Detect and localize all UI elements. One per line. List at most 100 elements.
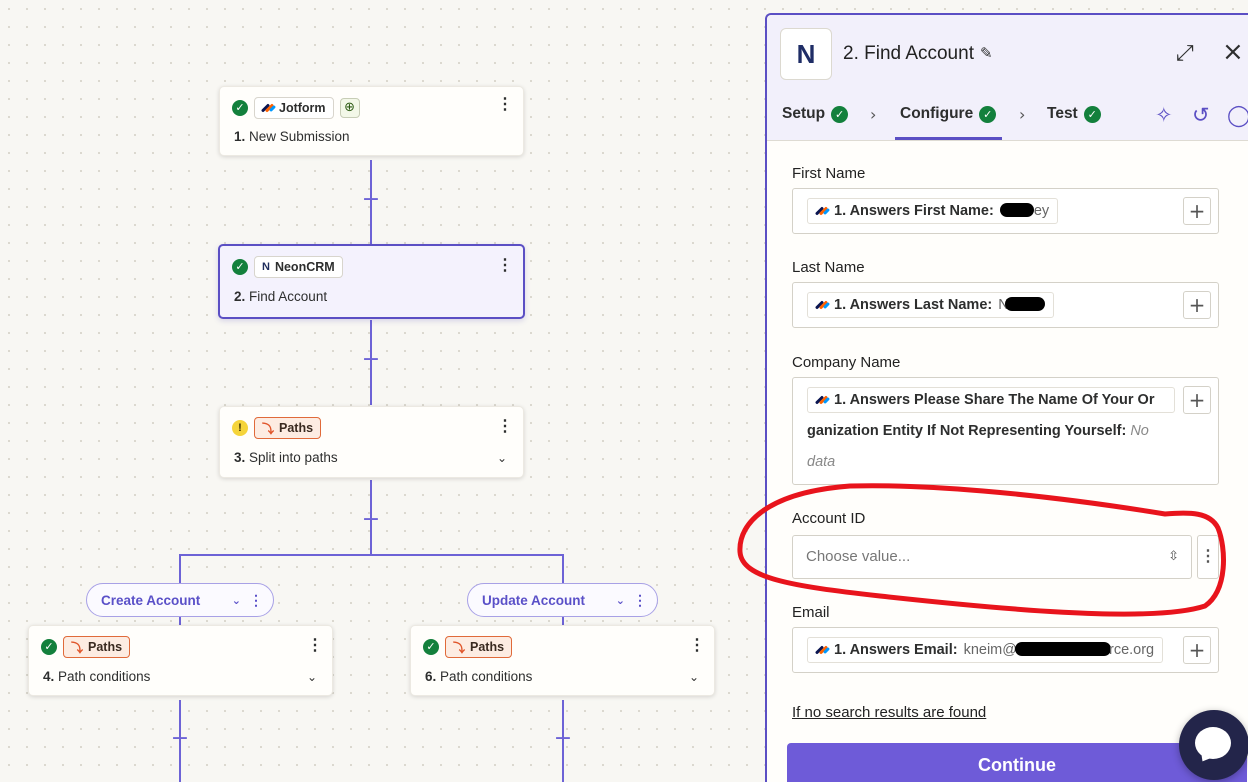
connector: [562, 554, 564, 584]
workflow-canvas[interactable]: + + + + + ✓ Jotform ⊕ 1. New Submission …: [0, 0, 766, 782]
add-step-button[interactable]: +: [361, 349, 381, 371]
pencil-icon[interactable]: ✎: [980, 44, 993, 62]
select-placeholder: Choose value...: [806, 548, 911, 565]
tab-configure[interactable]: Configure ✓: [900, 105, 997, 123]
jotform-logo-icon: [260, 102, 277, 114]
mapped-value-pill[interactable]: 1. Answers Email: kneim@ rce.org: [807, 637, 1164, 663]
chevron-down-icon[interactable]: ⌄: [616, 594, 625, 607]
search-icon[interactable]: ◯: [1227, 103, 1248, 127]
warning-icon: !: [232, 420, 248, 436]
company-name-field[interactable]: 1. Answers Please Share The Name Of Your…: [792, 377, 1219, 485]
active-tab-indicator: [895, 137, 1002, 140]
jotform-logo-icon: [814, 644, 831, 656]
jotform-logo-icon: [814, 205, 831, 217]
chevron-right-icon: ›: [870, 105, 877, 124]
insert-data-button[interactable]: +: [1183, 197, 1211, 225]
jotform-logo-icon: [814, 394, 831, 406]
success-check-icon: ✓: [423, 639, 439, 655]
add-step-button[interactable]: +: [361, 189, 381, 211]
branch-label: Update Account: [482, 592, 586, 608]
step-card-neoncrm[interactable]: ✓ N NeonCRM 2. Find Account ⋮: [218, 244, 525, 319]
chevron-down-icon[interactable]: ⌄: [232, 594, 241, 607]
mapped-value-pill[interactable]: 1. Answers Last Name: N: [807, 292, 1054, 318]
panel-tabs: Setup ✓ › Configure ✓ › Test ✓ ✧ ↺ ◯: [767, 93, 1248, 141]
insert-data-button[interactable]: +: [1183, 636, 1211, 664]
success-check-icon: ✓: [979, 105, 997, 123]
redaction-mark: [1004, 297, 1045, 311]
no-results-link[interactable]: If no search results are found: [792, 704, 986, 721]
app-name: NeonCRM: [274, 260, 335, 274]
mapped-value-pill[interactable]: 1. Answers First Name: ey: [807, 198, 1059, 224]
success-check-icon: ✓: [41, 639, 57, 655]
step-card-jotform[interactable]: ✓ Jotform ⊕ 1. New Submission ⋮: [219, 86, 524, 156]
no-data-text: No: [1130, 423, 1149, 439]
close-icon[interactable]: ×: [1222, 37, 1244, 67]
insert-data-button[interactable]: +: [1183, 291, 1211, 319]
first-name-field[interactable]: 1. Answers First Name: ey +: [792, 188, 1219, 234]
pill-label: 1. Answers Last Name:: [834, 297, 993, 313]
more-options-icon[interactable]: ⋮: [689, 638, 705, 654]
success-check-icon: ✓: [232, 259, 248, 275]
no-data-text: data: [807, 454, 836, 470]
add-step-button[interactable]: +: [170, 728, 190, 750]
chevron-down-icon[interactable]: ⌄: [497, 451, 507, 465]
pill-label: 1. Answers Email:: [834, 642, 958, 658]
app-name: Paths: [279, 421, 314, 435]
pill-label: 1. Answers First Name:: [834, 203, 994, 219]
redaction-mark: [999, 203, 1034, 217]
undo-icon[interactable]: ↺: [1192, 103, 1210, 127]
mapped-value-pill[interactable]: 1. Answers Please Share The Name Of Your…: [807, 387, 1175, 413]
step-editor-panel: N 2. Find Account ✎ ⤢ × Setup ✓ › Config…: [765, 13, 1248, 782]
tab-test[interactable]: Test ✓: [1047, 105, 1101, 123]
app-chip: Jotform: [254, 97, 334, 119]
more-options-icon[interactable]: ⋮: [497, 258, 513, 274]
field-label: Account ID: [792, 510, 866, 527]
jotform-logo-icon: [814, 299, 831, 311]
more-options-icon[interactable]: ⋮: [497, 419, 513, 435]
success-check-icon: ✓: [831, 105, 849, 123]
paths-icon: ⤵: [453, 640, 466, 655]
paths-icon: ⤵: [71, 640, 84, 655]
more-options-icon[interactable]: ⋮: [249, 592, 263, 609]
app-name: Jotform: [279, 101, 326, 115]
tab-setup[interactable]: Setup ✓: [782, 105, 849, 123]
app-chip: ⤵ Paths: [254, 417, 322, 439]
branch-connector: [179, 554, 564, 556]
pill-label: 1. Answers Please Share The Name Of Your…: [834, 392, 1155, 408]
more-options-icon[interactable]: ⋮: [307, 638, 323, 654]
chevron-down-icon[interactable]: ⌄: [689, 670, 699, 684]
step-card-path-conditions[interactable]: ✓ ⤵ Paths 6. Path conditions ⋮ ⌄: [410, 625, 715, 696]
add-step-button[interactable]: +: [553, 728, 573, 750]
add-step-button[interactable]: +: [361, 509, 381, 531]
pill-value: kneim@ rce.org: [963, 642, 1155, 658]
sparkle-icon[interactable]: ✧: [1155, 103, 1173, 127]
branch-update-account[interactable]: Update Account ⌄ ⋮: [467, 583, 658, 617]
account-id-select[interactable]: Choose value... ⇳: [792, 535, 1192, 579]
pill-value: ey: [999, 203, 1049, 219]
chevron-down-icon[interactable]: ⌄: [307, 670, 317, 684]
step-card-paths[interactable]: ! ⤵ Paths 3. Split into paths ⋮ ⌄: [219, 406, 524, 478]
paths-icon: ⤵: [262, 421, 275, 436]
more-options-icon[interactable]: ⋮: [633, 592, 647, 609]
continue-button[interactable]: Continue: [787, 743, 1247, 782]
more-options-icon[interactable]: ⋮: [497, 97, 513, 113]
app-chip: ⤵ Paths: [445, 636, 513, 658]
redaction-mark: [1014, 642, 1111, 656]
field-label: Email: [792, 604, 830, 621]
expand-icon[interactable]: ⤢: [1176, 41, 1194, 66]
more-options-icon[interactable]: ⋮: [1197, 535, 1219, 579]
success-check-icon: ✓: [1083, 105, 1101, 123]
chat-support-button[interactable]: [1179, 710, 1248, 780]
field-label: First Name: [792, 165, 866, 182]
step-card-path-conditions[interactable]: ✓ ⤵ Paths 4. Path conditions ⋮ ⌄: [28, 625, 333, 696]
insert-data-button[interactable]: +: [1183, 386, 1211, 414]
branch-create-account[interactable]: Create Account ⌄ ⋮: [86, 583, 274, 617]
app-name: Paths: [470, 640, 505, 654]
pill-label-continued: ganization Entity If Not Representing Yo…: [807, 423, 1149, 439]
neoncrm-logo-icon: N: [262, 261, 270, 273]
select-arrows-icon: ⇳: [1168, 549, 1179, 564]
chevron-right-icon: ›: [1019, 105, 1026, 124]
email-field[interactable]: 1. Answers Email: kneim@ rce.org +: [792, 627, 1219, 673]
last-name-field[interactable]: 1. Answers Last Name: N +: [792, 282, 1219, 328]
panel-title[interactable]: 2. Find Account: [843, 43, 974, 65]
